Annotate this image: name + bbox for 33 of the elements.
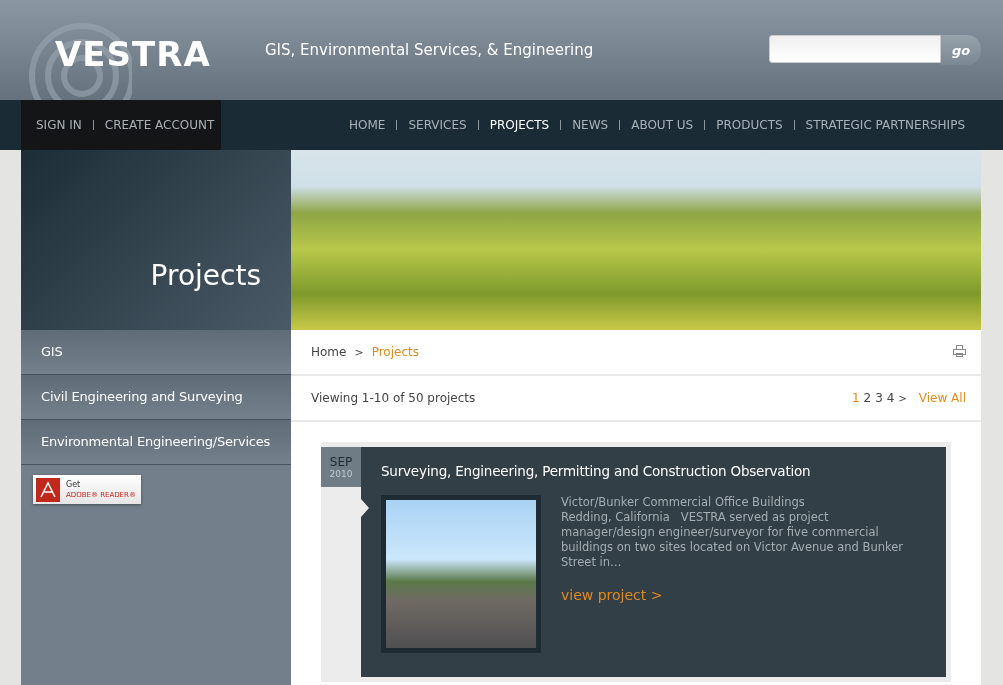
date-month: SEP <box>329 455 353 469</box>
sidebar-link[interactable]: Environmental Engineering/Services <box>21 420 291 465</box>
print-icon[interactable] <box>953 344 966 357</box>
project-title[interactable]: Surveying, Engineering, Permitting and Construction Observation <box>381 463 926 479</box>
logo[interactable]: VESTRA <box>55 34 245 74</box>
nav-link[interactable]: NEWS <box>572 118 609 132</box>
nav-link[interactable]: SERVICES <box>408 118 467 132</box>
nav-link[interactable]: PRODUCTS <box>716 118 783 132</box>
page-title: Projects <box>150 258 261 292</box>
next-page-link[interactable]: > <box>898 392 907 404</box>
view-project-link[interactable]: view project > <box>561 588 663 603</box>
account-link[interactable]: CREATE ACCOUNT <box>104 118 215 132</box>
results-count: Viewing 1-10 of 50 projects <box>311 391 476 405</box>
nav-link[interactable]: PROJECTS <box>489 118 550 132</box>
breadcrumb-separator: > <box>354 345 364 359</box>
breadcrumb-link[interactable]: Home <box>311 345 347 359</box>
date-year: 2010 <box>329 469 353 479</box>
pointer-arrow <box>361 499 369 517</box>
account-link[interactable]: SIGN IN <box>36 118 82 132</box>
nav-link[interactable]: ABOUT US <box>631 118 694 132</box>
sidebar-link[interactable]: Civil Engineering and Surveying <box>21 375 291 420</box>
pdf-icon <box>36 477 60 502</box>
search-field[interactable] <box>769 35 941 63</box>
badge-text: Get <box>66 479 82 490</box>
project-description: Redding, California VESTRA served as project manager/design engineer/surveyor for five commercial buildings on two sites located on Victor Avenue and Bunker Street in… <box>561 510 905 570</box>
page-link[interactable]: 4 <box>886 391 895 405</box>
tagline: GIS, Environmental Services, & Engineering <box>265 41 595 59</box>
sidebar-link[interactable]: GIS <box>21 330 291 375</box>
page-link[interactable]: 2 <box>863 391 872 405</box>
page-link[interactable]: 3 <box>875 391 883 405</box>
nav-link[interactable]: STRATEGIC PARTNERSHIPS <box>805 118 965 132</box>
nav-link[interactable]: HOME <box>349 118 386 132</box>
project-description: Victor/Bunker Commercial Office Buildings <box>561 495 806 510</box>
